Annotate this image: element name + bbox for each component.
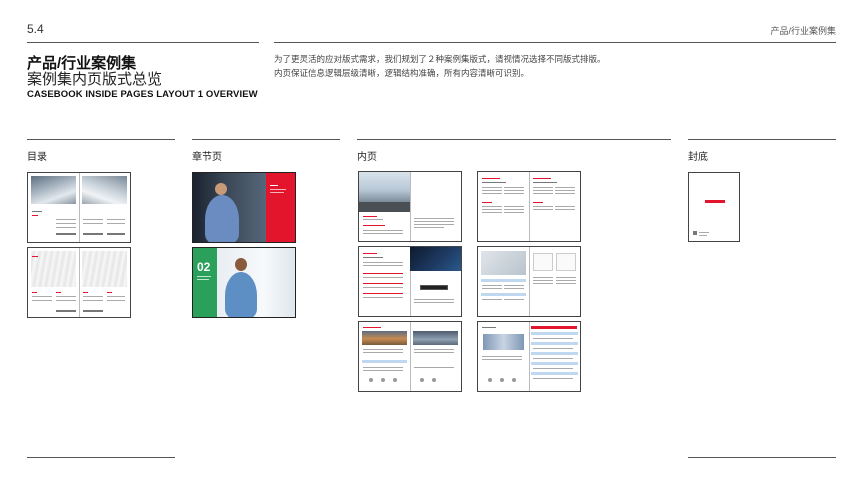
person-figure: [215, 183, 227, 195]
person-figure: [235, 258, 248, 271]
network-image: [410, 247, 461, 271]
column-rule-chapter: [192, 139, 340, 140]
inner-spread-2: [477, 171, 581, 242]
page-subtitle: 案例集内页版式总览: [27, 71, 163, 88]
switch-device: [420, 285, 448, 290]
station-photo: [413, 331, 458, 345]
column-label-back: 封底: [688, 152, 708, 163]
wave-texture: [82, 251, 127, 287]
technician-photo: [193, 173, 267, 242]
brand-logo: [705, 200, 725, 203]
chapter-spread-2: 02: [192, 247, 296, 318]
description-line-2: 内页保证信息逻辑层级清晰，逻辑结构准确，所有内容清晰可识别。: [274, 68, 530, 78]
doctor-photo: [217, 248, 295, 317]
lab-photo: [481, 251, 526, 275]
header-rule-left: [27, 42, 259, 43]
rack-photo: [483, 334, 524, 350]
footer-rule-right: [688, 457, 836, 458]
inner-spread-1: [358, 171, 462, 242]
section-number: 5.4: [27, 22, 44, 36]
chapter-red-panel: [266, 173, 295, 242]
chapter-number: 02: [197, 260, 211, 274]
toc-spread-2-left: [28, 248, 79, 317]
column-label-toc: 目录: [27, 152, 47, 163]
city-photo: [359, 172, 410, 202]
toc-spread-1: [27, 172, 131, 243]
toc-spread-2: [27, 247, 131, 318]
column-label-chapter: 章节页: [192, 152, 222, 163]
toc-spread-1-right: [79, 173, 130, 242]
column-rule-toc: [27, 139, 175, 140]
header-rule-right: [274, 42, 836, 43]
column-rule-inner: [357, 139, 671, 140]
inner-spread-6: [477, 321, 581, 392]
section-title: 产品/行业案例集: [770, 26, 836, 36]
inner-spread-5: [358, 321, 462, 392]
town-photo: [362, 331, 407, 345]
page-title-english: CASEBOOK INSIDE PAGES LAYOUT 1 OVERVIEW: [27, 89, 258, 100]
toc-spread-1-left: [28, 173, 79, 242]
chart-thumbnail: [533, 253, 553, 271]
inner-spread-3: [358, 246, 462, 317]
toc-spread-2-right: [79, 248, 130, 317]
description-line-1: 为了更灵活的应对版式需求，我们规划了２种案例集版式，请视情况选择不同版式排版。: [274, 54, 606, 64]
inner-spread-4: [477, 246, 581, 317]
chart-thumbnail: [556, 253, 576, 271]
description: 为了更灵活的应对版式需求，我们规划了２种案例集版式，请视情况选择不同版式排版。 …: [274, 52, 606, 80]
footer-rule-left: [27, 457, 175, 458]
back-cover-page: [688, 172, 740, 242]
column-label-inner: 内页: [357, 152, 377, 163]
chapter-spread-1: [192, 172, 296, 243]
chapter-green-panel: 02: [193, 248, 218, 317]
building-photo: [82, 176, 127, 204]
column-rule-back: [688, 139, 836, 140]
building-photo: [31, 176, 76, 204]
